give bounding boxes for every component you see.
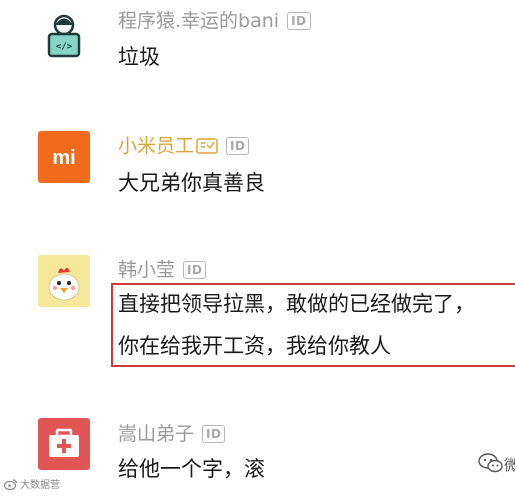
username[interactable]: 程序猿.幸运的bani — [118, 10, 279, 32]
svg-text:</>: </> — [56, 42, 73, 52]
username[interactable]: 韩小莹 — [118, 259, 175, 281]
user-avatar[interactable]: mi — [38, 131, 90, 183]
watermark-text: 微 — [504, 456, 515, 474]
user-avatar[interactable] — [38, 418, 90, 470]
id-badge: ID — [183, 261, 207, 279]
user-avatar[interactable] — [38, 255, 90, 307]
highlight-box — [111, 283, 515, 367]
username-row: 嵩山弟子 ID — [118, 423, 226, 445]
watermark-left: 大数据营 — [4, 476, 60, 491]
id-badge: ID — [202, 425, 226, 443]
chicken-avatar-icon — [38, 255, 90, 307]
xiaomi-logo-icon: mi — [52, 147, 75, 169]
verified-badge-icon — [196, 138, 218, 154]
username[interactable]: 嵩山弟子 — [118, 423, 194, 445]
comment-text: 给他一个字，滚 — [118, 457, 265, 481]
username[interactable]: 小米员工 — [118, 135, 194, 157]
user-avatar[interactable]: </> — [38, 10, 90, 62]
watermark-text: 大数据营 — [20, 480, 60, 491]
username-row: 程序猿.幸运的bani ID — [118, 10, 311, 32]
comment-text: 大兄弟你真善良 — [118, 171, 265, 195]
username-row: 小米员工 ID — [118, 135, 250, 157]
id-badge: ID — [287, 12, 311, 30]
weibo-icon — [4, 478, 18, 490]
id-badge: ID — [226, 137, 250, 155]
comment-text: 垃圾 — [118, 45, 160, 69]
svg-text:mi: mi — [52, 147, 75, 169]
username-row: 韩小莹 ID — [118, 259, 207, 281]
programmer-avatar-icon: </> — [47, 14, 81, 58]
first-aid-kit-icon — [49, 428, 79, 457]
wechat-icon — [478, 453, 503, 473]
